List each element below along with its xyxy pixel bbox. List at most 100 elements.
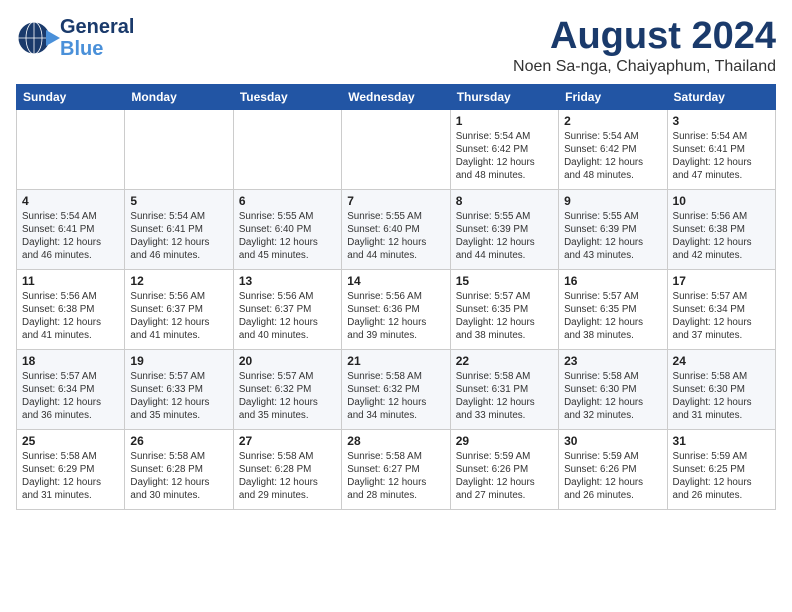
day-number: 11: [22, 274, 119, 288]
col-header-friday: Friday: [559, 84, 667, 109]
day-info: Sunrise: 5:58 AM Sunset: 6:32 PM Dayligh…: [347, 370, 444, 423]
day-info: Sunrise: 5:54 AM Sunset: 6:41 PM Dayligh…: [22, 210, 119, 263]
day-info: Sunrise: 5:59 AM Sunset: 6:25 PM Dayligh…: [673, 450, 770, 503]
logo-icon: [16, 18, 60, 58]
day-info: Sunrise: 5:59 AM Sunset: 6:26 PM Dayligh…: [564, 450, 661, 503]
calendar-cell: 28 Sunrise: 5:58 AM Sunset: 6:27 PM Dayli…: [342, 429, 450, 509]
calendar-cell: 4 Sunrise: 5:54 AM Sunset: 6:41 PM Daylig…: [17, 189, 125, 269]
calendar-cell: 30 Sunrise: 5:59 AM Sunset: 6:26 PM Dayli…: [559, 429, 667, 509]
calendar-cell: 10 Sunrise: 5:56 AM Sunset: 6:38 PM Dayli…: [667, 189, 775, 269]
day-number: 10: [673, 194, 770, 208]
day-info: Sunrise: 5:56 AM Sunset: 6:38 PM Dayligh…: [22, 290, 119, 343]
day-info: Sunrise: 5:54 AM Sunset: 6:41 PM Dayligh…: [130, 210, 227, 263]
col-header-wednesday: Wednesday: [342, 84, 450, 109]
calendar-cell: [125, 109, 233, 189]
calendar-week-row: 1 Sunrise: 5:54 AM Sunset: 6:42 PM Daylig…: [17, 109, 776, 189]
day-info: Sunrise: 5:56 AM Sunset: 6:38 PM Dayligh…: [673, 210, 770, 263]
title-block: August 2024 Noen Sa-nga, Chaiyaphum, Tha…: [513, 16, 776, 76]
calendar-cell: 17 Sunrise: 5:57 AM Sunset: 6:34 PM Dayli…: [667, 269, 775, 349]
day-info: Sunrise: 5:57 AM Sunset: 6:34 PM Dayligh…: [673, 290, 770, 343]
day-number: 17: [673, 274, 770, 288]
day-number: 12: [130, 274, 227, 288]
day-number: 26: [130, 434, 227, 448]
day-number: 22: [456, 354, 553, 368]
day-info: Sunrise: 5:57 AM Sunset: 6:35 PM Dayligh…: [564, 290, 661, 343]
day-info: Sunrise: 5:55 AM Sunset: 6:40 PM Dayligh…: [347, 210, 444, 263]
day-number: 8: [456, 194, 553, 208]
day-number: 2: [564, 114, 661, 128]
calendar-cell: 24 Sunrise: 5:58 AM Sunset: 6:30 PM Dayli…: [667, 349, 775, 429]
day-number: 23: [564, 354, 661, 368]
day-info: Sunrise: 5:57 AM Sunset: 6:35 PM Dayligh…: [456, 290, 553, 343]
day-info: Sunrise: 5:58 AM Sunset: 6:30 PM Dayligh…: [564, 370, 661, 423]
day-number: 25: [22, 434, 119, 448]
day-number: 4: [22, 194, 119, 208]
calendar-cell: 18 Sunrise: 5:57 AM Sunset: 6:34 PM Dayli…: [17, 349, 125, 429]
day-number: 3: [673, 114, 770, 128]
col-header-saturday: Saturday: [667, 84, 775, 109]
day-info: Sunrise: 5:58 AM Sunset: 6:28 PM Dayligh…: [239, 450, 336, 503]
calendar-cell: 22Sunrise: 5:58 AM Sunset: 6:31 PM Dayli…: [450, 349, 558, 429]
calendar-header-row: SundayMondayTuesdayWednesdayThursdayFrid…: [17, 84, 776, 109]
calendar-cell: 6 Sunrise: 5:55 AM Sunset: 6:40 PM Daylig…: [233, 189, 341, 269]
day-info: Sunrise: 5:57 AM Sunset: 6:34 PM Dayligh…: [22, 370, 119, 423]
day-number: 6: [239, 194, 336, 208]
calendar-table: SundayMondayTuesdayWednesdayThursdayFrid…: [16, 84, 776, 510]
calendar-cell: 26 Sunrise: 5:58 AM Sunset: 6:28 PM Dayli…: [125, 429, 233, 509]
day-info: Sunrise: 5:59 AM Sunset: 6:26 PM Dayligh…: [456, 450, 553, 503]
day-info: Sunrise: 5:54 AM Sunset: 6:42 PM Dayligh…: [456, 130, 553, 183]
calendar-cell: 11 Sunrise: 5:56 AM Sunset: 6:38 PM Dayli…: [17, 269, 125, 349]
page-title: August 2024: [513, 16, 776, 58]
logo-blue: Blue: [60, 38, 134, 60]
day-number: 15: [456, 274, 553, 288]
day-info: Sunrise: 5:58 AM Sunset: 6:29 PM Dayligh…: [22, 450, 119, 503]
page-subtitle: Noen Sa-nga, Chaiyaphum, Thailand: [513, 58, 776, 76]
day-number: 24: [673, 354, 770, 368]
calendar-cell: 27 Sunrise: 5:58 AM Sunset: 6:28 PM Dayli…: [233, 429, 341, 509]
day-number: 27: [239, 434, 336, 448]
calendar-cell: 15 Sunrise: 5:57 AM Sunset: 6:35 PM Dayli…: [450, 269, 558, 349]
day-info: Sunrise: 5:54 AM Sunset: 6:42 PM Dayligh…: [564, 130, 661, 183]
calendar-cell: 29 Sunrise: 5:59 AM Sunset: 6:26 PM Dayli…: [450, 429, 558, 509]
calendar-cell: 5Sunrise: 5:54 AM Sunset: 6:41 PM Daylig…: [125, 189, 233, 269]
day-number: 16: [564, 274, 661, 288]
calendar-week-row: 18 Sunrise: 5:57 AM Sunset: 6:34 PM Dayli…: [17, 349, 776, 429]
day-number: 18: [22, 354, 119, 368]
calendar-cell: [342, 109, 450, 189]
day-info: Sunrise: 5:57 AM Sunset: 6:33 PM Dayligh…: [130, 370, 227, 423]
calendar-cell: 7 Sunrise: 5:55 AM Sunset: 6:40 PM Daylig…: [342, 189, 450, 269]
day-number: 1: [456, 114, 553, 128]
day-info: Sunrise: 5:54 AM Sunset: 6:41 PM Dayligh…: [673, 130, 770, 183]
calendar-cell: 21 Sunrise: 5:58 AM Sunset: 6:32 PM Dayli…: [342, 349, 450, 429]
day-number: 21: [347, 354, 444, 368]
calendar-cell: 9 Sunrise: 5:55 AM Sunset: 6:39 PM Daylig…: [559, 189, 667, 269]
day-number: 7: [347, 194, 444, 208]
calendar-cell: 1 Sunrise: 5:54 AM Sunset: 6:42 PM Daylig…: [450, 109, 558, 189]
day-number: 19: [130, 354, 227, 368]
day-number: 28: [347, 434, 444, 448]
day-info: Sunrise: 5:55 AM Sunset: 6:39 PM Dayligh…: [564, 210, 661, 263]
day-info: Sunrise: 5:58 AM Sunset: 6:30 PM Dayligh…: [673, 370, 770, 423]
calendar-cell: 8Sunrise: 5:55 AM Sunset: 6:39 PM Daylig…: [450, 189, 558, 269]
calendar-week-row: 4 Sunrise: 5:54 AM Sunset: 6:41 PM Daylig…: [17, 189, 776, 269]
day-info: Sunrise: 5:57 AM Sunset: 6:32 PM Dayligh…: [239, 370, 336, 423]
calendar-cell: 13Sunrise: 5:56 AM Sunset: 6:37 PM Dayli…: [233, 269, 341, 349]
col-header-monday: Monday: [125, 84, 233, 109]
calendar-cell: 12 Sunrise: 5:56 AM Sunset: 6:37 PM Dayli…: [125, 269, 233, 349]
calendar-cell: 2 Sunrise: 5:54 AM Sunset: 6:42 PM Daylig…: [559, 109, 667, 189]
calendar-cell: [17, 109, 125, 189]
day-info: Sunrise: 5:58 AM Sunset: 6:27 PM Dayligh…: [347, 450, 444, 503]
day-info: Sunrise: 5:58 AM Sunset: 6:28 PM Dayligh…: [130, 450, 227, 503]
calendar-cell: 3 Sunrise: 5:54 AM Sunset: 6:41 PM Daylig…: [667, 109, 775, 189]
calendar-cell: [233, 109, 341, 189]
day-number: 13: [239, 274, 336, 288]
day-number: 29: [456, 434, 553, 448]
day-info: Sunrise: 5:55 AM Sunset: 6:40 PM Dayligh…: [239, 210, 336, 263]
calendar-cell: 14Sunrise: 5:56 AM Sunset: 6:36 PM Dayli…: [342, 269, 450, 349]
calendar-cell: 23 Sunrise: 5:58 AM Sunset: 6:30 PM Dayli…: [559, 349, 667, 429]
day-info: Sunrise: 5:56 AM Sunset: 6:36 PM Dayligh…: [347, 290, 444, 343]
day-number: 30: [564, 434, 661, 448]
calendar-cell: 25 Sunrise: 5:58 AM Sunset: 6:29 PM Dayli…: [17, 429, 125, 509]
day-number: 9: [564, 194, 661, 208]
day-info: Sunrise: 5:56 AM Sunset: 6:37 PM Dayligh…: [130, 290, 227, 343]
